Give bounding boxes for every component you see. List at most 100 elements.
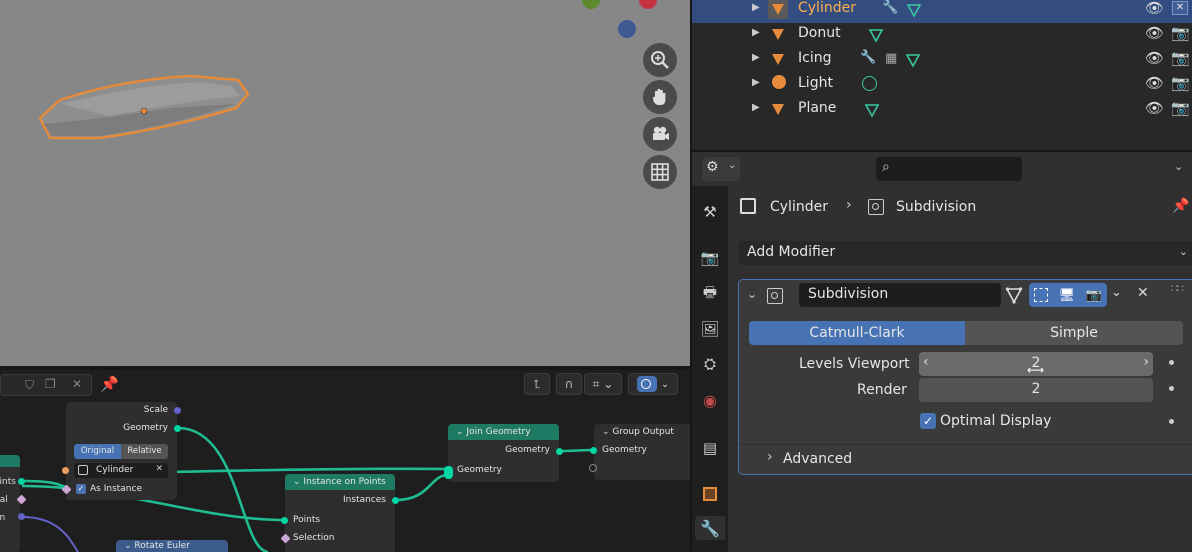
expand-arrow-icon[interactable]: ▶ — [752, 52, 760, 63]
keyframe-dot-icon[interactable] — [1169, 386, 1174, 391]
area-divider[interactable] — [0, 366, 690, 370]
group-output-header[interactable]: ⌄ Group Output — [594, 424, 690, 440]
output-socket[interactable] — [556, 448, 563, 455]
light-data-icon[interactable] — [862, 76, 877, 91]
instance-on-points-node[interactable]: ⌄ Instance on Points Instances Points Se… — [285, 474, 395, 552]
eye-visibility-icon[interactable]: 👁 — [1145, 74, 1164, 92]
eye-visibility-icon[interactable]: 👁 — [1145, 99, 1164, 117]
checkbox-as-instance[interactable]: ✓ — [76, 484, 86, 494]
render-camera-icon[interactable]: 📷 — [1086, 288, 1102, 303]
modifier-name-input[interactable]: Subdivision — [799, 283, 1001, 307]
particles-icon[interactable]: ▦ — [885, 51, 897, 66]
camera-render-icon[interactable]: 📷 — [1171, 24, 1190, 42]
wrench-modifier-icon[interactable]: 🔧 — [882, 0, 898, 15]
modifier-menu-chevron-icon[interactable]: ⌄ — [1111, 285, 1122, 300]
outliner-item-cylinder[interactable]: ▶ Cylinder 🔧 👁 ✕ — [692, 0, 1192, 23]
rotate-euler-header[interactable]: ⌄ Rotate Euler — [116, 540, 228, 552]
realtime-viewport-icon[interactable]: 🖥 — [1059, 288, 1076, 303]
grid-ortho-icon[interactable] — [643, 155, 677, 189]
node-editor[interactable]: ⛉ ❐ ✕ 📌 ⮤ ∩ ⌗ ⌄ ⌄ ‹ oints nal on Scal — [0, 370, 690, 552]
output-socket[interactable] — [18, 478, 25, 485]
outliner[interactable]: ▶ Cylinder 🔧 👁 ✕ ▶ Donut 👁 📷 ▶ Icing 🔧 ▦… — [692, 0, 1192, 150]
modifier-properties-icon[interactable]: 🔧 — [695, 516, 725, 540]
hand-pan-icon[interactable] — [643, 80, 677, 114]
outliner-item-label[interactable]: Plane — [798, 100, 836, 116]
render-levels-field[interactable]: 2 — [919, 378, 1153, 402]
disabled-render-icon[interactable]: ✕ — [1172, 1, 1188, 15]
scene-properties-icon[interactable]: ⛭ — [698, 352, 722, 376]
optimal-display-checkbox[interactable]: ✓ — [920, 413, 936, 429]
remove-modifier-icon[interactable]: ✕ — [1137, 285, 1149, 301]
multi-input-socket[interactable] — [444, 466, 453, 479]
drag-handle-icon[interactable]: ∷∷ — [1171, 282, 1184, 295]
camera-render-icon[interactable]: 📷 — [1171, 99, 1190, 117]
object-field[interactable]: Cylinder ✕ — [74, 463, 168, 478]
render-properties-icon[interactable]: 📷 — [698, 246, 722, 270]
edit-mode-toggle-icon[interactable] — [1005, 286, 1023, 304]
view-layer-icon[interactable]: 🖼 — [698, 317, 722, 341]
outliner-item-light[interactable]: ▶ Light 👁 📷 — [692, 73, 1192, 98]
points-socket[interactable] — [281, 517, 288, 524]
collapse-panel-icon[interactable]: ⌄ — [747, 287, 757, 301]
expand-arrow-icon[interactable]: ▶ — [752, 102, 760, 113]
geometry-socket[interactable] — [174, 425, 181, 432]
zoom-icon[interactable] — [643, 43, 677, 77]
input-socket[interactable] — [590, 447, 597, 454]
outliner-item-label[interactable]: Light — [798, 75, 833, 91]
levels-viewport-field[interactable]: ‹ 2 › ⟷ — [919, 352, 1153, 377]
mesh-data-icon[interactable] — [868, 27, 884, 43]
instances-socket[interactable] — [392, 497, 399, 504]
clear-icon[interactable]: ✕ — [155, 464, 163, 474]
outliner-item-donut[interactable]: ▶ Donut 👁 📷 — [692, 23, 1192, 48]
keyframe-dot-icon[interactable] — [1169, 419, 1174, 424]
expand-arrow-icon[interactable]: ▶ — [752, 27, 760, 38]
join-geometry-header[interactable]: ⌄ Join Geometry — [448, 424, 559, 440]
outliner-item-icing[interactable]: ▶ Icing 🔧 ▦ 👁 📷 — [692, 48, 1192, 73]
outliner-item-plane[interactable]: ▶ Plane 👁 📷 — [692, 98, 1192, 123]
pin-icon[interactable]: 📌 — [1172, 198, 1189, 214]
camera-render-icon[interactable]: 📷 — [1171, 49, 1190, 67]
output-socket[interactable] — [18, 513, 25, 520]
output-properties-icon[interactable]: 🖶 — [698, 282, 722, 306]
mesh-data-icon[interactable] — [864, 102, 880, 118]
increment-arrow-icon[interactable]: › — [1143, 354, 1149, 370]
transform-space-toggle[interactable]: Original Relative — [74, 444, 168, 459]
world-properties-icon[interactable]: ◉ — [698, 388, 722, 412]
mesh-data-icon[interactable] — [905, 52, 921, 68]
wrench-modifier-icon[interactable]: 🔧 — [860, 50, 876, 65]
eye-visibility-icon[interactable]: 👁 — [1145, 0, 1164, 17]
empty-input-socket[interactable] — [589, 464, 597, 472]
collapse-icon[interactable]: ⌄ — [293, 477, 301, 487]
advanced-subpanel-header[interactable]: › Advanced — [739, 444, 1192, 472]
original-option[interactable]: Original — [74, 444, 121, 459]
instance-on-points-header[interactable]: ⌄ Instance on Points — [285, 474, 395, 490]
group-output-node[interactable]: ⌄ Group Output Geometry — [594, 424, 690, 480]
outliner-item-label[interactable]: Donut — [798, 25, 841, 41]
collection-properties-icon[interactable]: ▤ — [698, 436, 722, 460]
tool-settings-icon[interactable]: ⚒ — [698, 200, 722, 224]
outliner-item-label[interactable]: Icing — [798, 50, 831, 66]
collapse-icon[interactable]: ⌄ — [602, 427, 610, 437]
camera-render-icon[interactable]: 📷 — [1171, 74, 1190, 92]
object-properties-icon[interactable] — [698, 482, 722, 506]
eye-visibility-icon[interactable]: 👁 — [1145, 24, 1164, 42]
mesh-data-icon[interactable] — [906, 2, 922, 18]
rotate-euler-node[interactable]: ⌄ Rotate Euler — [116, 540, 228, 552]
chevron-down-icon[interactable]: ⌄ — [1174, 160, 1183, 173]
expand-arrow-icon[interactable]: ▶ — [752, 2, 760, 13]
expand-arrow-icon[interactable]: ▶ — [752, 77, 760, 88]
partial-node[interactable]: oints nal on — [0, 455, 20, 552]
join-geometry-node[interactable]: ⌄ Join Geometry Geometry Geometry — [448, 424, 559, 482]
outliner-item-label[interactable]: Cylinder — [798, 0, 856, 16]
on-cage-icon[interactable] — [1034, 288, 1049, 302]
simple-option[interactable]: Simple — [965, 321, 1183, 345]
object-socket[interactable] — [62, 467, 69, 474]
collapse-icon[interactable]: ⌄ — [456, 427, 464, 437]
scale-socket[interactable] — [174, 407, 181, 414]
collapse-icon[interactable]: ⌄ — [124, 541, 132, 551]
camera-view-icon[interactable] — [643, 117, 677, 151]
catmull-clark-option[interactable]: Catmull-Clark — [749, 321, 965, 345]
properties-search-input[interactable]: ⌕ — [876, 157, 1022, 181]
eye-visibility-icon[interactable]: 👁 — [1145, 49, 1164, 67]
3d-viewport[interactable] — [0, 0, 690, 366]
